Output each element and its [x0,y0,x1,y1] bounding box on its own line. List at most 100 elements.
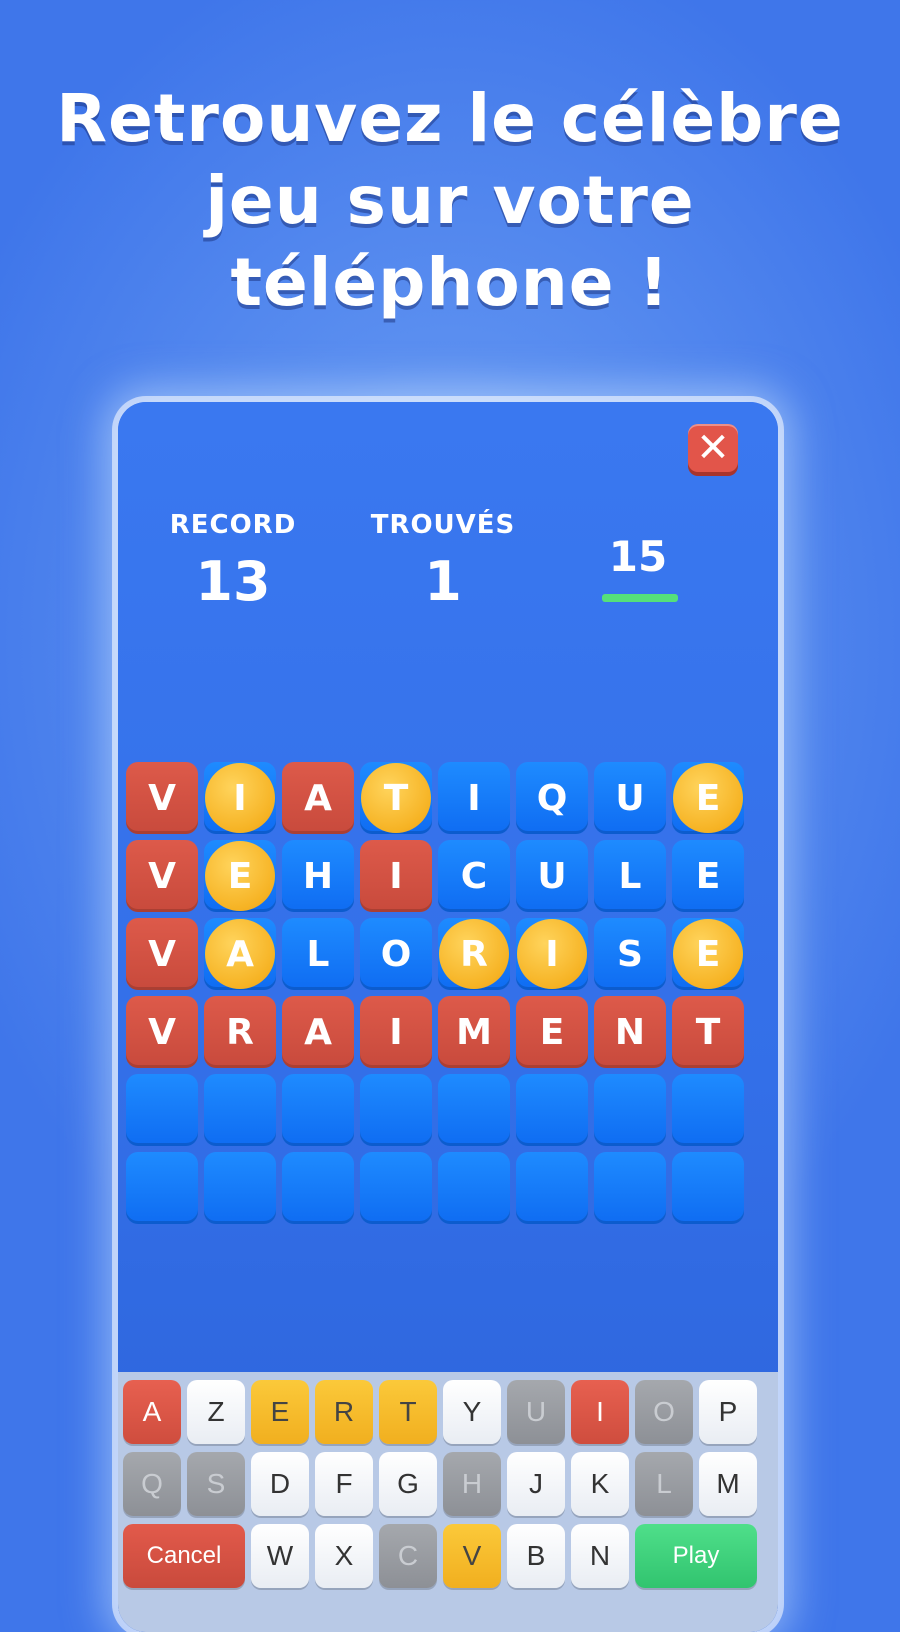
letter-tile: I [516,918,588,990]
record-stat: RECORD 13 [158,510,308,613]
key-f[interactable]: F [315,1452,373,1516]
headline-line-1: Retrouvez le célèbre [56,80,844,157]
key-u[interactable]: U [507,1380,565,1444]
letter-tile: S [594,918,666,990]
key-t[interactable]: T [379,1380,437,1444]
letter-tile: Q [516,762,588,834]
cancel-button[interactable]: Cancel [123,1524,245,1588]
empty-tile [360,1074,432,1146]
key-h[interactable]: H [443,1452,501,1516]
letter-tile: V [126,996,198,1068]
key-g[interactable]: G [379,1452,437,1516]
tile-letter: A [304,777,332,819]
tile-letter: U [537,855,567,897]
key-w[interactable]: W [251,1524,309,1588]
letter-tile: U [594,762,666,834]
grid-row [126,1152,756,1224]
empty-tile [672,1152,744,1224]
letter-tile: U [516,840,588,912]
key-m[interactable]: M [699,1452,757,1516]
keyboard-row-2: QSDFGHJKLM [123,1452,763,1516]
tile-letter: M [456,1011,492,1053]
grid-row: VRAIMEN T [126,996,756,1068]
tile-letter: E [695,933,721,975]
empty-tile [126,1152,198,1224]
tile-letter: T [695,1011,721,1053]
tile-letter: I [467,777,481,819]
empty-tile [126,1074,198,1146]
letter-tile: I [204,762,276,834]
key-v[interactable]: V [443,1524,501,1588]
empty-tile [594,1152,666,1224]
letter-tile: T [360,762,432,834]
tile-letter: Q [536,777,568,819]
tile-letter: R [226,1011,254,1053]
key-o[interactable]: O [635,1380,693,1444]
key-y[interactable]: Y [443,1380,501,1444]
key-i[interactable]: I [571,1380,629,1444]
tile-letter: R [460,933,488,975]
key-r[interactable]: R [315,1380,373,1444]
letter-tile: L [282,918,354,990]
letter-tile: A [282,762,354,834]
tile-letter: S [617,933,643,975]
tile-letter: U [615,777,645,819]
keyboard-row-3: Cancel WXCVBN Play [123,1524,763,1588]
key-j[interactable]: J [507,1452,565,1516]
key-l[interactable]: L [635,1452,693,1516]
word-grid: VIATIQUEVEHICULEVALORISEVRAIMENT [126,762,756,1230]
empty-tile [438,1074,510,1146]
key-b[interactable]: B [507,1524,565,1588]
letter-tile: A [282,996,354,1068]
key-q[interactable]: Q [123,1452,181,1516]
tile-letter: N [614,1011,646,1053]
letter-tile: H [282,840,354,912]
empty-tile [672,1074,744,1146]
letter-tile: V [126,918,198,990]
letter-tile: T [672,996,744,1068]
key-p[interactable]: P [699,1380,757,1444]
close-x-icon: ✕ [696,425,730,471]
key-z[interactable]: Z [187,1380,245,1444]
play-button[interactable]: Play [635,1524,757,1588]
tile-letter: V [148,855,176,897]
tile-letter: I [233,777,247,819]
tile-letter: C [460,855,488,897]
key-x[interactable]: X [315,1524,373,1588]
letter-tile: C [438,840,510,912]
tile-letter: H [302,855,334,897]
empty-tile [594,1074,666,1146]
phone-screen: ✕ RECORD 13 TROUVÉS 1 15 VIATIQUEVEHICUL… [118,402,778,1632]
tile-letter: E [227,855,253,897]
letter-tile: A [204,918,276,990]
timer-value: 15 [608,532,668,581]
headline-line-2: jeu sur votre [205,162,695,239]
letter-tile: E [672,762,744,834]
key-n[interactable]: N [571,1524,629,1588]
tile-letter: V [148,777,176,819]
letter-tile: R [438,918,510,990]
empty-tile [360,1152,432,1224]
grid-row: VEHICULE [126,840,756,912]
key-k[interactable]: K [571,1452,629,1516]
key-c[interactable]: C [379,1524,437,1588]
close-button[interactable]: ✕ [688,424,738,472]
key-a[interactable]: A [123,1380,181,1444]
tile-letter: I [545,933,559,975]
letter-tile: I [438,762,510,834]
letter-tile: L [594,840,666,912]
empty-tile [204,1152,276,1224]
key-e[interactable]: E [251,1380,309,1444]
tile-letter: E [695,777,721,819]
letter-tile: E [516,996,588,1068]
empty-tile [282,1152,354,1224]
tile-letter: I [389,855,403,897]
timer-bar [602,594,678,602]
key-d[interactable]: D [251,1452,309,1516]
empty-tile [438,1152,510,1224]
letter-tile: I [360,996,432,1068]
record-label: RECORD [169,510,297,540]
keyboard-row-3-letters: WXCVBN [251,1524,635,1588]
key-s[interactable]: S [187,1452,245,1516]
empty-tile [516,1074,588,1146]
